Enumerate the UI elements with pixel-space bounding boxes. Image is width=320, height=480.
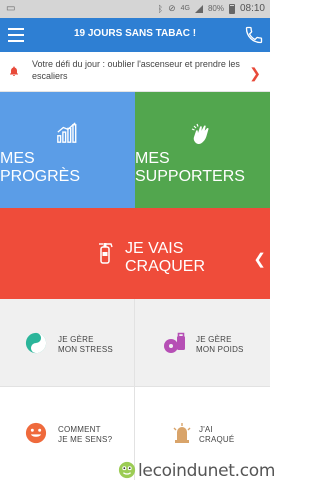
- watermark-text: lecoindunet.com: [138, 461, 276, 480]
- fire-extinguisher-icon: [99, 243, 113, 264]
- page-title: 19 JOURS SANS TABAC !: [73, 28, 197, 39]
- about-to-crack-label: JE VAIS CRAQUER: [125, 240, 206, 275]
- my-progress-label: MES PROGRÈS: [0, 150, 81, 185]
- i-cracked-label: J'AI CRAQUÉ: [199, 425, 235, 444]
- clock: 08:10: [239, 3, 265, 14]
- chevron-left-icon[interactable]: ❮: [253, 250, 266, 268]
- challenge-text: Votre défi du jour : oublier l'ascenseur…: [32, 59, 240, 81]
- battery-icon: [228, 3, 235, 14]
- how-do-i-feel-label: COMMENT JE ME SENS?: [58, 425, 113, 444]
- silent-icon: ⊘: [168, 3, 176, 13]
- screen-icon: ▭: [6, 3, 16, 14]
- app-bar: 19 JOURS SANS TABAC !: [0, 18, 270, 52]
- status-bar: ▭ ᛒ ⊘ 4G 80% 08:10: [0, 0, 270, 18]
- chevron-right-icon: ❯: [249, 65, 261, 81]
- bell-icon: [10, 66, 18, 76]
- bar-chart-icon: [57, 122, 77, 143]
- siren-icon: [173, 423, 191, 443]
- phone-icon[interactable]: [244, 25, 264, 45]
- watermark-logo-icon: [118, 461, 136, 479]
- status-icons: ᛒ ⊘ 4G 80% 08:10: [158, 3, 265, 14]
- manage-weight-label: JE GÈRE MON POIDS: [196, 335, 244, 354]
- signal-icon: [194, 4, 203, 13]
- battery-percent: 80%: [207, 4, 224, 13]
- my-supporters-label: MES SUPPORTERS: [135, 150, 245, 185]
- daily-challenge-banner[interactable]: Votre défi du jour : oublier l'ascenseur…: [0, 52, 270, 92]
- manage-stress-label: JE GÈRE MON STRESS: [58, 335, 113, 354]
- clapping-hands-icon: [191, 123, 209, 145]
- weights-icon: [164, 332, 185, 353]
- yin-yang-icon: [25, 332, 47, 354]
- bluetooth-icon: ᛒ: [157, 3, 164, 14]
- smiley-icon: [25, 422, 47, 444]
- hamburger-menu-icon[interactable]: [8, 28, 24, 42]
- network-type: 4G: [180, 5, 190, 12]
